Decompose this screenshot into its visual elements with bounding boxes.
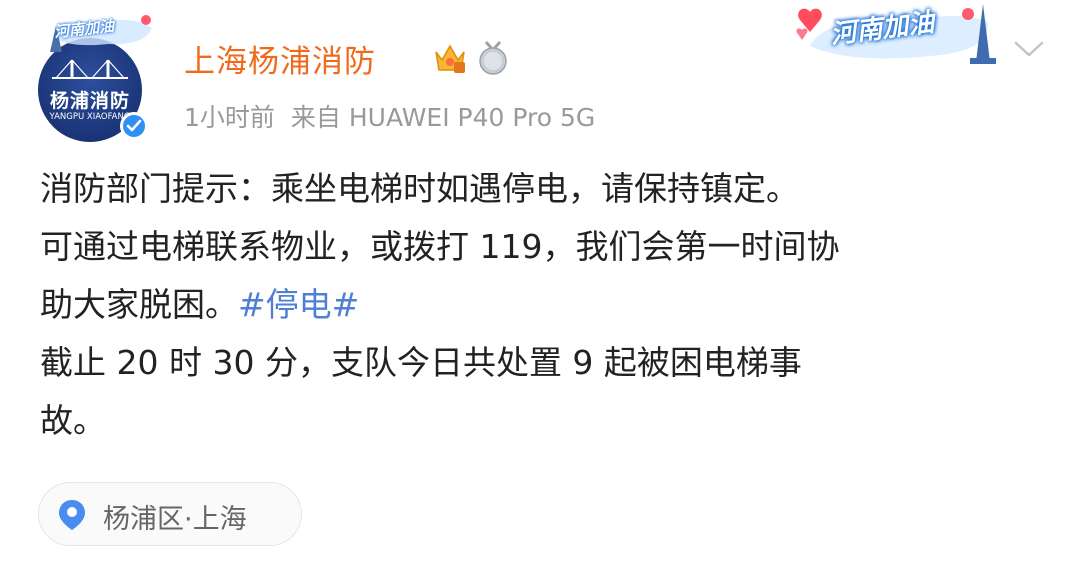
location-tag[interactable]: 杨浦区·上海 <box>38 482 302 546</box>
content-line: 消防部门提示：乘坐电梯时如遇停电，请保持镇定。 <box>40 169 799 208</box>
content-line: 截止 20 时 30 分，支队今日共处置 9 起被困电梯事 <box>40 343 802 382</box>
content-line: 可通过电梯联系物业，或拨打 119，我们会第一时间协 <box>40 227 840 266</box>
avatar-name: 杨浦消防 <box>49 90 130 112</box>
username[interactable]: 上海杨浦消防 <box>184 36 376 81</box>
topic-link[interactable]: #停电# <box>238 285 359 324</box>
source-prefix: 来自 <box>290 103 341 132</box>
content-line: 故。 <box>40 401 106 440</box>
post-time: 1小时前 <box>184 103 275 132</box>
post-meta: 1小时前 来自 HUAWEI P40 Pro 5G <box>184 98 595 134</box>
location-pin-icon <box>59 500 85 530</box>
verified-icon <box>120 112 148 140</box>
content-line: 助大家脱困。#停电# <box>40 276 1050 334</box>
weibo-post: 杨浦消防 YANGPU XIAOFANG 河南加油 上海杨浦消防 1小时前 来自 … <box>0 0 1080 577</box>
content-text: 助大家脱困。 <box>40 285 238 324</box>
crown-badge-icon[interactable] <box>432 40 468 76</box>
source-device[interactable]: HUAWEI P40 Pro 5G <box>349 103 595 132</box>
post-content: 消防部门提示：乘坐电梯时如遇停电，请保持镇定。 可通过电梯联系物业，或拨打 11… <box>40 160 1050 450</box>
medal-badge-icon[interactable] <box>476 40 510 76</box>
avatar-container[interactable]: 杨浦消防 YANGPU XIAOFANG 河南加油 <box>28 8 158 142</box>
chevron-down-icon[interactable] <box>1013 38 1045 60</box>
location-text: 杨浦区·上海 <box>103 504 247 535</box>
